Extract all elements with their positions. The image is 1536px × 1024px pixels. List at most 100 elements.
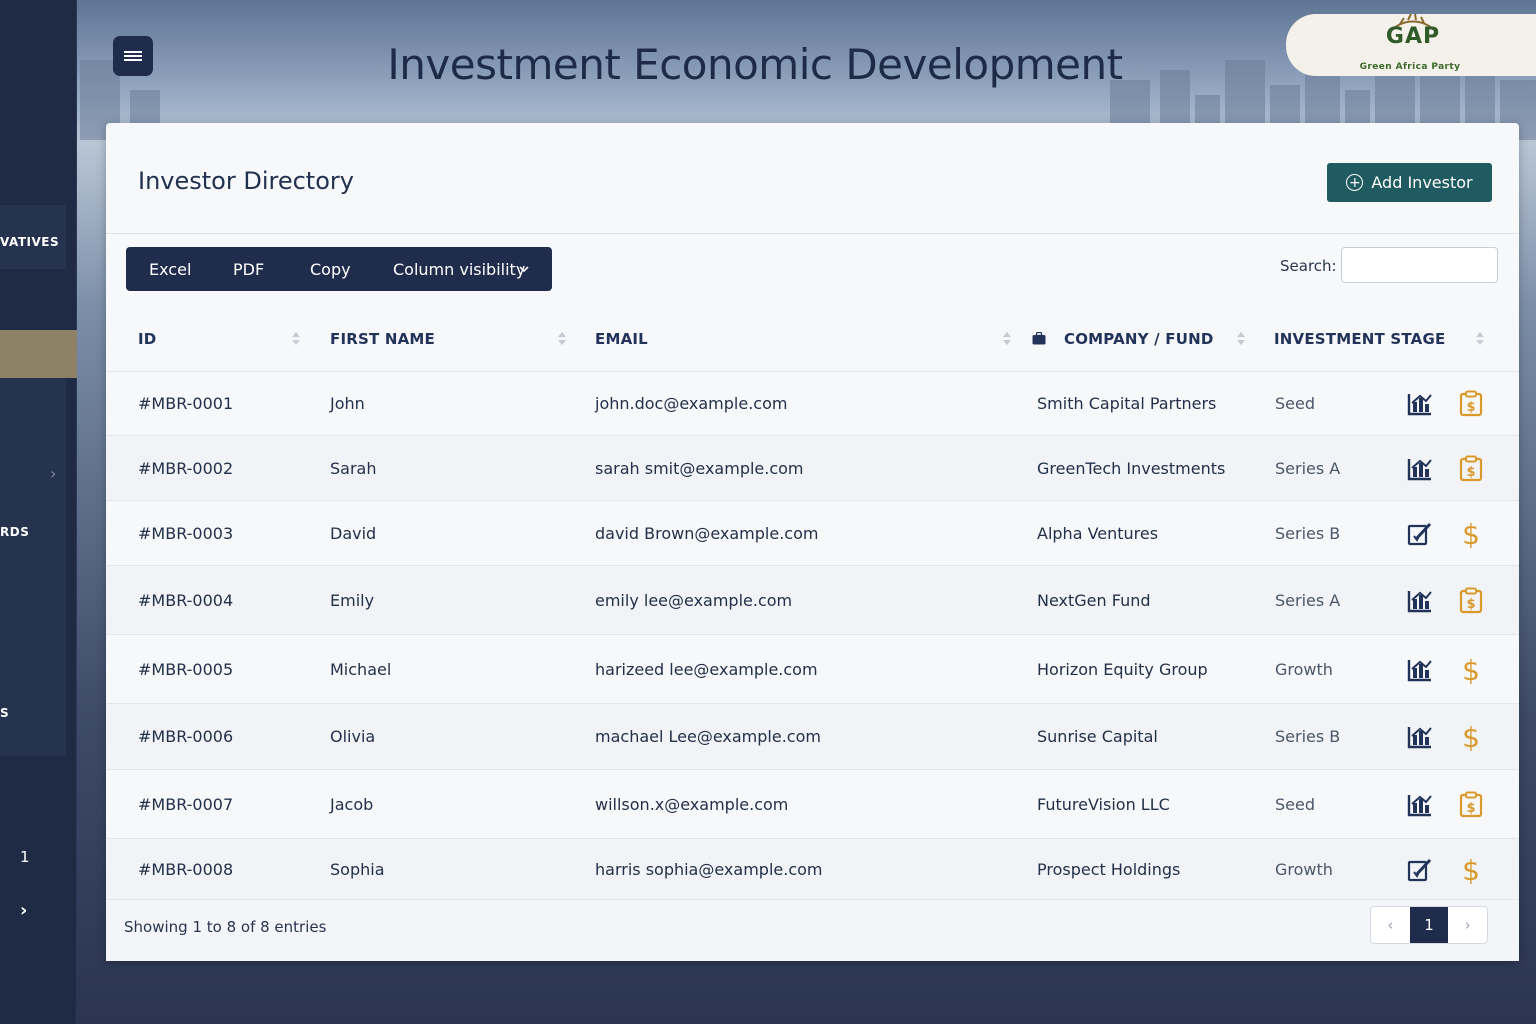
cell-email: john.doc@example.com [595,394,788,413]
column-visibility-button[interactable]: Column visibility [393,260,525,279]
cell-first-name: Sarah [330,459,377,478]
hamburger-icon [124,49,142,63]
cell-stage: Series A [1275,591,1341,610]
svg-text:$: $ [1466,801,1475,816]
cell-first-name: Jacob [330,795,374,814]
copy-button[interactable]: Copy [310,260,351,279]
cell-email: harizeed lee@example.com [595,660,818,679]
sidebar-item-initiatives[interactable]: VATIVES [0,235,77,249]
column-header-id[interactable]: ID [138,330,156,348]
table-row[interactable]: #MBR-0008 Sophia harris sophia@example.com… [106,838,1519,899]
cell-email: david Brown@example.com [595,524,819,543]
cell-id: #MBR-0004 [138,591,234,610]
table-row[interactable]: #MBR-0006 Olivia machael Lee@example.com Su… [106,703,1519,769]
svg-text:$: $ [1462,856,1480,884]
cell-company: Sunrise Capital [1037,727,1158,746]
sidebar-item-active[interactable] [0,330,77,378]
cell-id: #MBR-0001 [138,394,234,413]
pdf-button[interactable]: PDF [233,260,264,279]
edit-icon[interactable] [1406,856,1434,884]
sidebar-item-boards[interactable]: RDS [0,525,77,539]
cell-email: sarah smit@example.com [595,459,804,478]
cell-company: FutureVision LLC [1037,795,1170,814]
dollar-icon[interactable]: $ [1457,654,1485,687]
chart-icon[interactable] [1406,587,1434,615]
table-footer: Showing 1 to 8 of 8 entries ‹ 1 › [106,899,1519,961]
sort-icon[interactable] [1476,331,1484,347]
page-title: Investment Economic Development [387,40,1123,89]
sidebar-page-number[interactable]: 1 [20,848,30,866]
cell-first-name: Emily [330,591,375,610]
svg-text:$: $ [1462,520,1480,548]
column-header-investment-stage[interactable]: INVESTMENT STAGE [1274,330,1445,348]
sort-icon[interactable] [1237,331,1245,347]
cell-stage: Series B [1275,524,1341,543]
chevron-down-icon[interactable] [519,264,529,274]
add-investor-label: Add Investor [1371,173,1473,192]
cell-first-name: Olivia [330,727,376,746]
clipboard-dollar-icon[interactable]: $ [1457,791,1485,819]
menu-button[interactable] [113,36,153,76]
chart-icon[interactable] [1406,791,1434,819]
dollar-icon[interactable]: $ [1457,854,1485,887]
sort-icon[interactable] [558,331,566,347]
chart-icon[interactable] [1406,390,1434,418]
briefcase-icon [1032,332,1046,345]
next-page-button[interactable]: › [1448,907,1487,943]
pagination: ‹ 1 › [1370,906,1488,944]
cell-id: #MBR-0002 [138,459,234,478]
cell-email: harris sophia@example.com [595,860,823,879]
cell-first-name: John [330,394,365,413]
cell-company: Smith Capital Partners [1037,394,1217,413]
sidebar-item-settings[interactable]: S [0,706,77,720]
chart-icon[interactable] [1406,656,1434,684]
chevron-right-icon[interactable]: › [50,464,56,483]
card-title: Investor Directory [138,167,354,195]
table-row[interactable]: #MBR-0003 David david Brown@example.com Alp… [106,500,1519,565]
cell-stage: Series B [1275,727,1341,746]
clipboard-dollar-icon[interactable]: $ [1457,390,1485,418]
table-row[interactable]: #MBR-0004 Emily emily lee@example.com NextG… [106,565,1519,634]
page-1-button[interactable]: 1 [1409,907,1449,943]
edit-icon[interactable] [1406,520,1434,548]
export-toolbar: Excel PDF Copy Column visibility [126,247,552,291]
cell-first-name: Sophia [330,860,385,879]
svg-text:$: $ [1466,400,1475,415]
chart-icon[interactable] [1406,723,1434,751]
cell-id: #MBR-0007 [138,795,234,814]
cell-email: willson.x@example.com [595,795,789,814]
prev-page-button[interactable]: ‹ [1371,907,1410,943]
cell-stage: Series A [1275,459,1341,478]
column-header-first-name[interactable]: FIRST NAME [330,330,435,348]
clipboard-dollar-icon[interactable]: $ [1457,455,1485,483]
dollar-icon[interactable]: $ [1457,721,1485,754]
dollar-icon[interactable]: $ [1457,518,1485,551]
table-row[interactable]: #MBR-0005 Michael harizeed lee@example.com… [106,634,1519,703]
sort-icon[interactable] [1003,331,1011,347]
column-header-email[interactable]: EMAIL [595,330,648,348]
cell-stage: Growth [1275,860,1333,879]
entries-info: Showing 1 to 8 of 8 entries [124,918,327,936]
clipboard-dollar-icon[interactable]: $ [1457,587,1485,615]
sidebar: VATIVES › RDS S 1 › [0,0,77,1024]
chart-icon[interactable] [1406,455,1434,483]
svg-text:$: $ [1462,723,1480,751]
cell-id: #MBR-0003 [138,524,234,543]
cell-stage: Growth [1275,660,1333,679]
sort-icon[interactable] [292,331,300,347]
column-header-company[interactable]: COMPANY / FUND [1064,330,1213,348]
cell-company: GreenTech Investments [1037,459,1226,478]
logo-subtitle: Green Africa Party [1359,62,1461,72]
search-label: Search: [1280,257,1337,275]
cell-company: NextGen Fund [1037,591,1151,610]
search-input[interactable] [1341,247,1498,283]
excel-button[interactable]: Excel [149,260,191,279]
sidebar-section [0,378,66,756]
chevron-right-icon[interactable]: › [20,900,27,921]
add-investor-button[interactable]: + Add Investor [1327,163,1492,202]
cell-stage: Seed [1275,394,1315,413]
table-row[interactable]: #MBR-0001 John john.doc@example.com Smith C… [106,371,1519,435]
table-row[interactable]: #MBR-0007 Jacob willson.x@example.com Futur… [106,769,1519,838]
table-row[interactable]: #MBR-0002 Sarah sarah smit@example.com Gree… [106,435,1519,500]
cell-email: machael Lee@example.com [595,727,821,746]
